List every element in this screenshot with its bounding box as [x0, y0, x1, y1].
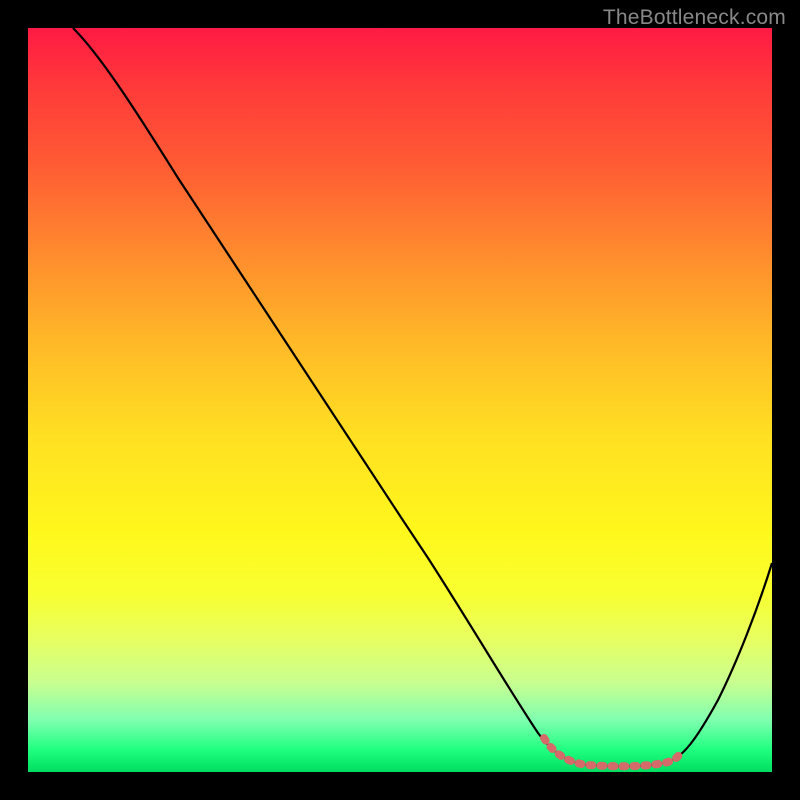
- chart-container: TheBottleneck.com: [0, 0, 800, 800]
- watermark-text: TheBottleneck.com: [603, 6, 786, 30]
- optimal-band-marker: [544, 738, 680, 766]
- bottleneck-curve-line: [73, 28, 772, 766]
- curve-svg: [28, 28, 772, 772]
- plot-area: [28, 28, 772, 772]
